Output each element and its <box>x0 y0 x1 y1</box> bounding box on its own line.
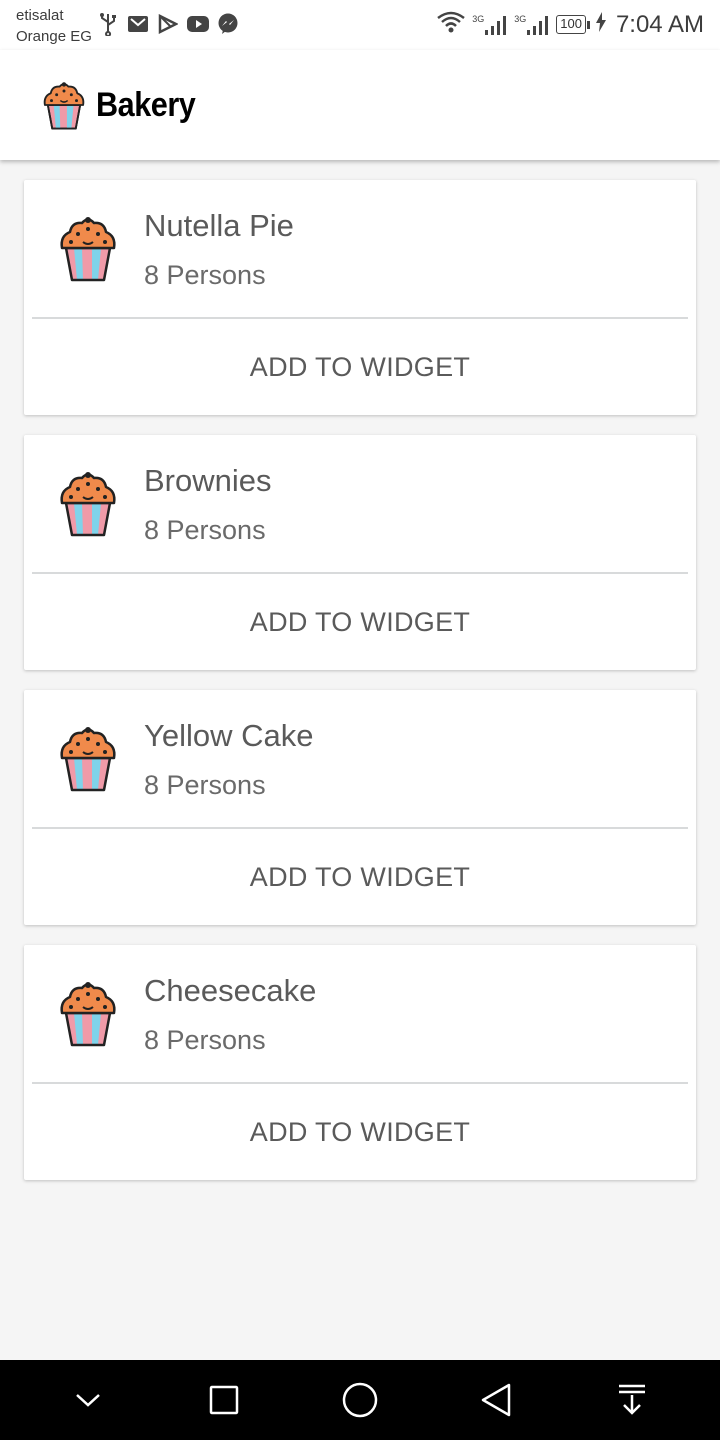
usb-icon <box>96 12 120 36</box>
hide-nav-button[interactable] <box>53 1365 123 1435</box>
pull-down-icon <box>619 1384 645 1415</box>
gmail-icon <box>126 12 150 36</box>
recipe-name: Cheesecake <box>144 973 317 1008</box>
cupcake-logo-icon <box>43 82 85 130</box>
recipe-servings: 8 Persons <box>144 1025 266 1055</box>
home-button[interactable] <box>325 1365 395 1435</box>
network-type-1: 3G <box>472 13 485 24</box>
cupcake-icon <box>60 982 116 1047</box>
recipe-name: Yellow Cake <box>144 718 314 753</box>
recipe-card[interactable]: Cheesecake 8 Persons ADD TO WIDGET <box>24 945 696 1180</box>
signal-icon-1: 3G <box>472 14 508 36</box>
add-to-widget-button[interactable]: ADD TO WIDGET <box>24 1084 696 1180</box>
recipe-servings: 8 Persons <box>144 260 266 290</box>
back-triangle-icon <box>481 1383 511 1417</box>
app-title: Bakery <box>96 86 196 124</box>
notification-icons <box>96 12 240 36</box>
system-icons: 3G 3G 100 7:04 AM <box>436 10 704 39</box>
status-bar: etisalat Orange EG 3G 3G 100 7:04 AM <box>0 0 720 50</box>
navigation-bar <box>0 1360 720 1440</box>
recipe-servings: 8 Persons <box>144 770 266 800</box>
messenger-icon <box>216 12 240 36</box>
chevron-down-icon <box>76 1394 100 1407</box>
charging-icon <box>595 12 606 37</box>
battery-icon: 100 <box>556 15 590 34</box>
play-store-icon <box>156 12 180 36</box>
recipe-servings: 8 Persons <box>144 515 266 545</box>
app-bar: Bakery <box>0 50 720 160</box>
cupcake-icon <box>60 727 116 792</box>
battery-level: 100 <box>556 15 586 34</box>
back-button[interactable] <box>461 1365 531 1435</box>
cupcake-icon <box>60 217 116 282</box>
carrier-line-1: etisalat <box>16 7 64 24</box>
network-type-2: 3G <box>514 13 527 24</box>
signal-icon-2: 3G <box>514 14 550 36</box>
add-to-widget-button[interactable]: ADD TO WIDGET <box>24 829 696 925</box>
clock: 7:04 AM <box>615 10 704 38</box>
add-to-widget-button[interactable]: ADD TO WIDGET <box>24 574 696 670</box>
recents-button[interactable] <box>189 1365 259 1435</box>
youtube-icon <box>186 12 210 36</box>
recipe-card[interactable]: Nutella Pie 8 Persons ADD TO WIDGET <box>24 180 696 415</box>
square-icon <box>209 1385 239 1415</box>
circle-icon <box>342 1382 378 1418</box>
notification-pulldown-button[interactable] <box>597 1365 667 1435</box>
recipe-card[interactable]: Brownies 8 Persons ADD TO WIDGET <box>24 435 696 670</box>
recipe-list: Nutella Pie 8 Persons ADD TO WIDGET Brow… <box>24 180 696 1200</box>
recipe-name: Nutella Pie <box>144 208 294 243</box>
recipe-name: Brownies <box>144 463 272 498</box>
add-to-widget-button[interactable]: ADD TO WIDGET <box>24 319 696 415</box>
carrier-info: etisalat Orange EG <box>16 5 92 47</box>
wifi-icon <box>436 10 466 39</box>
recipe-card[interactable]: Yellow Cake 8 Persons ADD TO WIDGET <box>24 690 696 925</box>
cupcake-icon <box>60 472 116 537</box>
carrier-line-2: Orange EG <box>16 28 92 45</box>
